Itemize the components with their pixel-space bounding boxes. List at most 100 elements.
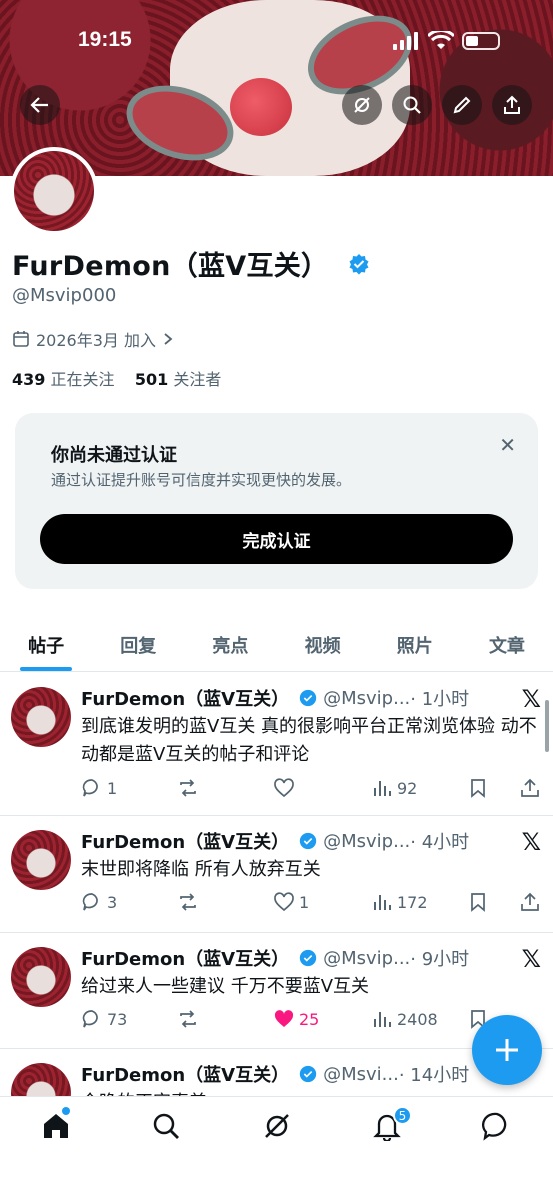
verification-description: 通过认证提升账号可信度并实现更快的发展。 bbox=[51, 471, 352, 489]
views-button[interactable]: 2408 bbox=[371, 1008, 438, 1030]
tab-posts[interactable]: 帖子 bbox=[0, 618, 92, 671]
reply-count: 3 bbox=[107, 892, 118, 912]
back-button[interactable] bbox=[20, 85, 60, 125]
post-actions: 3 1 172 bbox=[81, 891, 541, 917]
x-logo-icon: 𝕏 bbox=[521, 945, 541, 973]
edit-button[interactable] bbox=[442, 85, 482, 125]
home-unread-dot bbox=[62, 1107, 70, 1115]
share-icon bbox=[521, 778, 539, 797]
views-button[interactable]: 92 bbox=[371, 777, 417, 799]
search-button[interactable] bbox=[392, 85, 432, 125]
views-count: 172 bbox=[397, 892, 428, 912]
followers-link[interactable]: 501 关注者 bbox=[135, 370, 222, 389]
complete-verification-button[interactable]: 完成认证 bbox=[40, 514, 513, 564]
share-button[interactable] bbox=[492, 85, 532, 125]
battery-icon bbox=[462, 32, 500, 50]
search-icon[interactable] bbox=[151, 1111, 181, 1141]
post-author-name: FurDemon（蓝V互关） bbox=[81, 832, 290, 853]
bottom-navigation bbox=[0, 1096, 553, 1200]
reply-button[interactable]: 73 bbox=[81, 1008, 127, 1030]
post-avatar[interactable] bbox=[11, 830, 71, 890]
scrollbar[interactable] bbox=[545, 700, 549, 752]
reply-button[interactable]: 3 bbox=[81, 891, 117, 913]
repost-button[interactable] bbox=[177, 777, 203, 799]
views-button[interactable]: 172 bbox=[371, 891, 428, 913]
post-actions: 73 25 2408 bbox=[81, 1008, 541, 1034]
post-item[interactable]: FurDemon（蓝V互关） @Msvip... · 1小时 𝕏 到底谁发明的蓝… bbox=[0, 673, 553, 816]
reply-count: 73 bbox=[107, 1009, 128, 1029]
bookmark-button[interactable] bbox=[467, 777, 489, 799]
tab-highlights[interactable]: 亮点 bbox=[184, 618, 276, 671]
messages-icon[interactable] bbox=[482, 1111, 512, 1141]
status-time: 19:15 bbox=[78, 28, 132, 51]
like-button[interactable]: 1 bbox=[273, 891, 309, 913]
bookmark-icon bbox=[471, 893, 485, 912]
post-item[interactable]: FurDemon（蓝V互关） @Msvip... · 9小时 𝕏 给过来人一些建… bbox=[0, 933, 553, 1049]
post-text: 末世即将降临 所有人放弃互关 bbox=[81, 859, 321, 880]
verified-badge-icon bbox=[349, 253, 369, 274]
post-avatar[interactable] bbox=[11, 687, 71, 747]
share-icon bbox=[504, 95, 520, 114]
tab-replies[interactable]: 回复 bbox=[92, 618, 184, 671]
reply-button[interactable]: 1 bbox=[81, 777, 117, 799]
repost-button[interactable] bbox=[177, 1008, 203, 1030]
wifi-icon bbox=[428, 31, 454, 49]
verification-title: 你尚未通过认证 bbox=[51, 445, 177, 466]
post-author-name: FurDemon（蓝V互关） bbox=[81, 949, 290, 970]
post-header: FurDemon（蓝V互关） @Msvip... · 1小时 bbox=[81, 685, 469, 711]
post-time: · 1小时 bbox=[410, 689, 470, 710]
post-header: FurDemon（蓝V互关） @Msvip... · 4小时 bbox=[81, 828, 469, 854]
share-post-button[interactable] bbox=[519, 891, 541, 913]
compose-button[interactable] bbox=[472, 1015, 542, 1085]
profile-handle: @Msvip000 bbox=[12, 285, 117, 306]
views-count: 2408 bbox=[397, 1009, 438, 1029]
grok-icon bbox=[354, 97, 370, 113]
post-handle: @Msvip... bbox=[323, 830, 411, 852]
follow-stats: 439 正在关注 501 关注者 bbox=[12, 366, 221, 390]
calendar-icon bbox=[13, 331, 29, 347]
following-link[interactable]: 439 正在关注 bbox=[12, 370, 115, 389]
post-text: 给过来人一些建议 千万不要蓝V互关 bbox=[81, 976, 370, 997]
bookmark-button[interactable] bbox=[467, 891, 489, 913]
views-icon bbox=[374, 1012, 391, 1027]
edit-icon bbox=[453, 96, 471, 114]
joined-row[interactable]: 2026年3月 加入 bbox=[12, 327, 174, 351]
joined-date: 2026年3月 加入 bbox=[36, 331, 156, 350]
chevron-right-icon bbox=[164, 333, 173, 345]
post-author-name: FurDemon（蓝V互关） bbox=[81, 689, 290, 710]
repost-icon bbox=[180, 893, 196, 911]
like-button[interactable]: 25 bbox=[273, 1008, 319, 1030]
tab-videos[interactable]: 视频 bbox=[277, 618, 369, 671]
post-time: · 9小时 bbox=[410, 949, 470, 970]
like-button[interactable] bbox=[273, 777, 299, 799]
post-header: FurDemon（蓝V互关） @Msvi... · 14小时 bbox=[81, 1061, 469, 1087]
home-icon[interactable] bbox=[41, 1111, 71, 1141]
repost-icon bbox=[180, 1010, 196, 1028]
post-time: · 4小时 bbox=[410, 832, 470, 853]
post-author-name: FurDemon（蓝V互关） bbox=[81, 1065, 290, 1086]
grok-button[interactable] bbox=[342, 85, 382, 125]
verified-badge-icon bbox=[299, 949, 317, 967]
share-post-button[interactable] bbox=[519, 777, 541, 799]
verified-badge-icon bbox=[299, 832, 317, 850]
post-text: 到底谁发明的蓝V互关 真的很影响平台正常浏览体验 动不动都是蓝V互关的帖子和评论 bbox=[81, 716, 537, 765]
x-logo-icon: 𝕏 bbox=[521, 685, 541, 713]
repost-button[interactable] bbox=[177, 891, 203, 913]
post-item[interactable]: FurDemon（蓝V互关） @Msvip... · 4小时 𝕏 末世即将降临 … bbox=[0, 816, 553, 933]
profile-name: FurDemon（蓝V互关） bbox=[12, 251, 329, 282]
signal-icon bbox=[393, 32, 418, 50]
post-avatar[interactable] bbox=[11, 947, 71, 1007]
tab-photos[interactable]: 照片 bbox=[369, 618, 461, 671]
status-bar: 19:15 bbox=[0, 24, 553, 60]
grok-icon[interactable] bbox=[262, 1111, 292, 1141]
reply-icon bbox=[82, 1010, 98, 1028]
like-count: 25 bbox=[299, 1009, 320, 1029]
tab-articles[interactable]: 文章 bbox=[461, 618, 553, 671]
close-icon[interactable]: ✕ bbox=[499, 433, 516, 457]
following-count: 439 bbox=[12, 370, 46, 389]
profile-avatar[interactable] bbox=[10, 147, 98, 235]
post-handle: @Msvip... bbox=[323, 947, 411, 969]
post-handle: @Msvip... bbox=[323, 687, 411, 709]
reply-icon bbox=[82, 779, 98, 797]
share-icon bbox=[521, 892, 539, 911]
